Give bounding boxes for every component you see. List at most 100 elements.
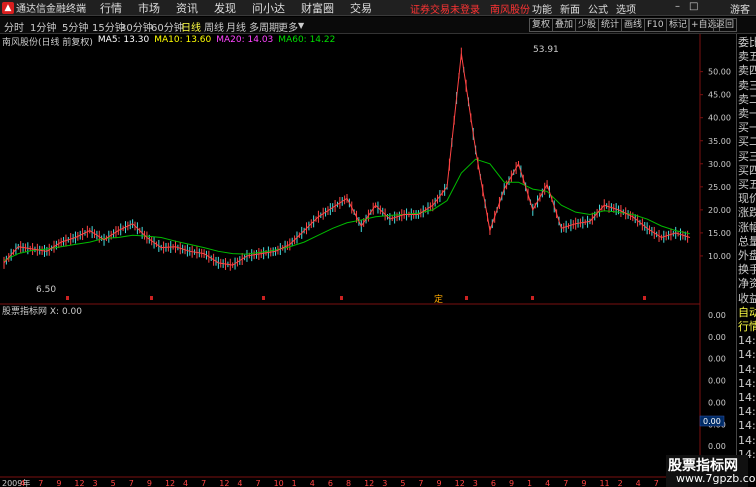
tab-multi-period[interactable]: 多周期 bbox=[249, 19, 279, 34]
quote-label: 14:5 bbox=[738, 433, 756, 447]
menu-new-page[interactable]: 新面 bbox=[560, 1, 580, 16]
sub-tick-label: 0.00 bbox=[708, 333, 726, 342]
tab-intraday[interactable]: 分时 bbox=[4, 19, 24, 34]
signal-marker bbox=[66, 296, 69, 300]
x-tick-label: 12 bbox=[74, 479, 84, 487]
signal-marker bbox=[150, 296, 153, 300]
quote-label: 委比 bbox=[738, 36, 756, 49]
price-line bbox=[3, 53, 691, 266]
menu-trade[interactable]: 交易 bbox=[350, 0, 372, 16]
sub-value: X: 0.00 bbox=[49, 307, 82, 317]
tab-5min[interactable]: 5分钟 bbox=[62, 19, 88, 34]
x-tick-label: 1 bbox=[292, 479, 297, 487]
fewer-stocks-button[interactable]: 少股 bbox=[575, 18, 600, 32]
minimize-icon[interactable]: – bbox=[675, 1, 680, 12]
y-tick-label: 35.00 bbox=[708, 137, 731, 146]
tab-monthly[interactable]: 月线 bbox=[226, 19, 246, 34]
price-axis: 10.00 15.00 20.00 25.00 30.00 35.00 40.00 45.00… bbox=[700, 68, 731, 261]
menu-formula[interactable]: 公式 bbox=[588, 1, 608, 16]
quote-label: 买二 bbox=[738, 135, 756, 149]
quote-label: 14:5 bbox=[738, 405, 756, 419]
tab-1min[interactable]: 1分钟 bbox=[30, 19, 56, 34]
quote-label: 卖三 bbox=[738, 78, 756, 92]
y-tick-label: 15.00 bbox=[708, 229, 731, 238]
menu-news[interactable]: 资讯 bbox=[176, 0, 198, 16]
signal-marker bbox=[531, 296, 534, 300]
signal-marker bbox=[643, 296, 646, 300]
quote-label: 现价 bbox=[738, 192, 756, 206]
ma5-label: MA5: 13.30 bbox=[97, 35, 150, 45]
signal-marker bbox=[465, 296, 468, 300]
maximize-icon[interactable]: □ bbox=[689, 1, 698, 12]
stock-link[interactable]: 南风股份 bbox=[490, 1, 530, 16]
tab-60min[interactable]: 60分钟 bbox=[151, 19, 184, 34]
more-dropdown-icon[interactable]: ▼ bbox=[298, 21, 304, 30]
x-tick-label: 1 bbox=[527, 479, 532, 487]
sub-tick-label: 0.00 bbox=[708, 311, 726, 320]
ma10-label: MA10: 13.60 bbox=[154, 35, 212, 45]
sub-value-highlight: 0.00 bbox=[703, 417, 721, 426]
overlay-button[interactable]: 叠加 bbox=[552, 18, 577, 32]
x-tick-label: 10 bbox=[274, 479, 284, 487]
menu-market[interactable]: 行情 bbox=[100, 0, 122, 16]
x-tick-label: 6 bbox=[328, 479, 333, 487]
chart-area[interactable]: 10.0015.0020.0025.0030.0035.0040.0045.00… bbox=[0, 34, 736, 487]
mark-button[interactable]: 标记 bbox=[666, 18, 691, 32]
draw-button[interactable]: 画线 bbox=[621, 18, 646, 32]
x-tick-label: 3 bbox=[382, 479, 387, 487]
ma60-label: MA60: 14.22 bbox=[278, 35, 336, 45]
x-tick-label: 4 bbox=[183, 479, 188, 487]
quote-label: 卖一 bbox=[738, 107, 756, 120]
x-tick-label: 2 bbox=[618, 479, 623, 487]
menu-functions[interactable]: 功能 bbox=[532, 1, 552, 16]
x-tick-label: 4 bbox=[310, 479, 315, 487]
ma-legend: 南风股份(日线 前复权) MA5: 13.30 MA10: 13.60 MA20… bbox=[2, 35, 340, 48]
x-tick-label: 9 bbox=[581, 479, 586, 487]
x-tick-label: 9 bbox=[56, 479, 61, 487]
x-tick-label: 5 bbox=[400, 479, 405, 487]
x-tick-label: 7 bbox=[201, 479, 206, 487]
stats-button[interactable]: 统计 bbox=[598, 18, 623, 32]
quote-label: 涨跌 bbox=[738, 206, 756, 220]
f10-button[interactable]: F10 bbox=[644, 18, 667, 32]
quote-label: 买五 bbox=[738, 178, 756, 191]
x-tick-label: 7 bbox=[38, 479, 43, 487]
menu-ask[interactable]: 问小达 bbox=[252, 0, 285, 16]
y-tick-label: 10.00 bbox=[708, 252, 731, 261]
x-tick-label: 11 bbox=[599, 479, 609, 487]
quote-label: 14:5 bbox=[738, 419, 756, 433]
quote-label: 买一 bbox=[738, 121, 756, 135]
quote-label: 收益 bbox=[738, 291, 756, 305]
quote-label: 卖五 bbox=[738, 50, 756, 64]
quote-label: 14:5 bbox=[738, 376, 756, 390]
x-tick-label: 3 bbox=[93, 479, 98, 487]
x-tick-label: 7 bbox=[563, 479, 568, 487]
min-price-label: 6.50 bbox=[36, 285, 56, 295]
menu-markets[interactable]: 市场 bbox=[138, 0, 160, 16]
tab-weekly[interactable]: 周线 bbox=[204, 19, 224, 34]
tab-more[interactable]: 更多 bbox=[278, 19, 298, 34]
y-tick-label: 50.00 bbox=[708, 68, 731, 77]
x-tick-label: 7 bbox=[418, 479, 423, 487]
event-marker: 定 bbox=[434, 293, 443, 305]
quote-label: 14:5 bbox=[738, 348, 756, 362]
login-link[interactable]: 证券交易未登录 bbox=[410, 1, 480, 16]
menu-wealth[interactable]: 财富圈 bbox=[301, 0, 334, 16]
ma20-label: MA20: 14.03 bbox=[216, 35, 274, 45]
x-tick-label: 3 bbox=[473, 479, 478, 487]
menu-options[interactable]: 选项 bbox=[616, 1, 636, 16]
x-tick-label: 4 bbox=[636, 479, 641, 487]
menu-discover[interactable]: 发现 bbox=[214, 0, 236, 16]
guest-label[interactable]: 游客 bbox=[730, 1, 750, 16]
x-tick-label: 5 bbox=[111, 479, 116, 487]
back-button[interactable]: 返回 bbox=[713, 18, 738, 32]
quote-label: 换手 bbox=[738, 263, 756, 277]
x-tick-label: 12 bbox=[165, 479, 175, 487]
watermark-line2: www.7gpzb.com bbox=[676, 472, 756, 485]
x-tick-label: 7 bbox=[129, 479, 134, 487]
y-tick-label: 25.00 bbox=[708, 183, 731, 192]
tab-30min[interactable]: 30分钟 bbox=[120, 19, 153, 34]
adjust-button[interactable]: 复权 bbox=[529, 18, 554, 32]
tab-daily[interactable]: 日线 bbox=[181, 19, 201, 34]
quote-label: 涨幅 bbox=[738, 220, 756, 234]
